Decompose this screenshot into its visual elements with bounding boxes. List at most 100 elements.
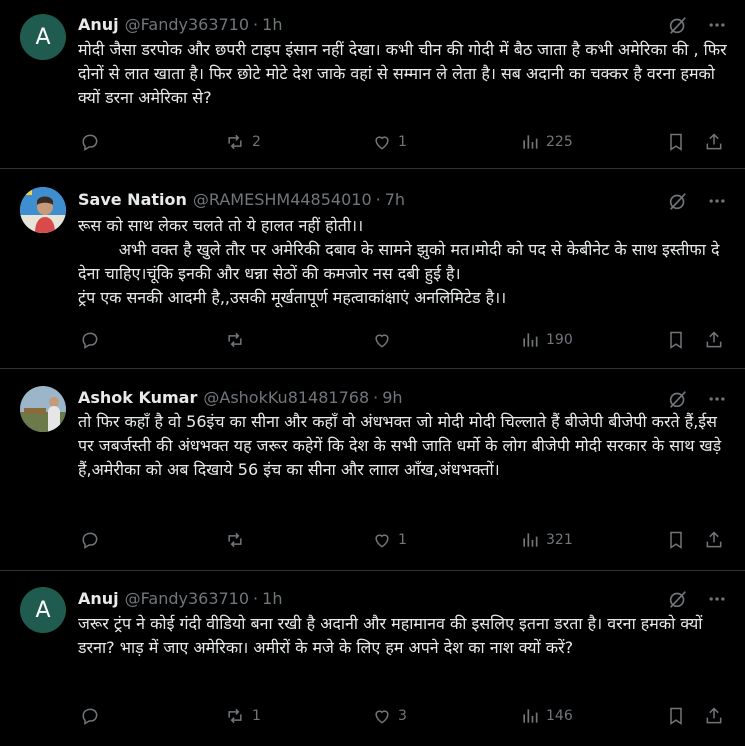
avatar[interactable] xyxy=(20,386,66,432)
tweet-header: Ashok Kumar @AshokKu81481768 · 9h xyxy=(78,386,403,408)
timestamp[interactable]: 7h xyxy=(385,190,405,209)
tweet-top-actions xyxy=(667,14,727,36)
views-count: 321 xyxy=(546,532,573,548)
tweet[interactable]: A Anuj @Fandy363710 · 1h मोदी जैसा डरपोक… xyxy=(0,0,745,169)
reply-button[interactable] xyxy=(80,530,106,550)
tweet-actions: 2 1 225 xyxy=(78,132,730,156)
avatar[interactable]: A xyxy=(20,587,66,633)
bookmark-button[interactable] xyxy=(666,330,686,350)
repost-icon xyxy=(228,332,242,348)
timestamp[interactable]: 1h xyxy=(262,589,282,608)
bookmark-button[interactable] xyxy=(666,706,686,726)
like-count: 1 xyxy=(398,134,407,150)
share-button[interactable] xyxy=(704,132,724,152)
more-icon[interactable] xyxy=(707,589,727,609)
tweet[interactable]: A Anuj @Fandy363710 · 1h जरूर ट्रंप ने क… xyxy=(0,570,745,746)
views-icon xyxy=(523,135,538,149)
grok-icon[interactable] xyxy=(667,388,689,410)
views-count: 190 xyxy=(546,332,573,348)
tweet[interactable]: Ashok Kumar @AshokKu81481768 · 9h तो फिर… xyxy=(0,368,745,571)
share-button[interactable] xyxy=(704,330,724,350)
author-handle[interactable]: @Fandy363710 xyxy=(125,15,249,34)
views-count: 146 xyxy=(546,708,573,724)
bookmark-icon xyxy=(670,531,682,549)
repost-button[interactable]: 2 xyxy=(224,132,261,152)
author-name[interactable]: Ashok Kumar xyxy=(78,388,197,407)
tweet-text: तो फिर कहाँ है वो 56इंच का सीना और कहाँ … xyxy=(78,412,727,479)
more-icon[interactable] xyxy=(707,15,727,35)
avatar[interactable] xyxy=(20,187,66,233)
repost-count: 1 xyxy=(252,708,261,724)
like-count: 1 xyxy=(398,532,407,548)
grok-icon[interactable] xyxy=(667,190,689,212)
bookmark-button[interactable] xyxy=(666,530,686,550)
share-button[interactable] xyxy=(704,706,724,726)
reply-icon xyxy=(82,532,98,549)
share-button[interactable] xyxy=(704,530,724,550)
views-icon xyxy=(523,533,538,547)
author-handle[interactable]: @Fandy363710 xyxy=(125,589,249,608)
repost-button[interactable] xyxy=(224,530,252,550)
views-count: 225 xyxy=(546,134,573,150)
grok-icon[interactable] xyxy=(667,588,689,610)
share-icon xyxy=(706,331,722,348)
tweet-text: जरूर ट्रंप ने कोई गंदी वीडियो बना रखी है… xyxy=(78,614,708,657)
views-button[interactable]: 321 xyxy=(520,530,573,550)
more-icon[interactable] xyxy=(707,191,727,211)
bookmark-button[interactable] xyxy=(666,132,686,152)
tweet-text: रूस को साथ लेकर चलते तो ये हालत नहीं होत… xyxy=(78,216,720,307)
avatar[interactable]: A xyxy=(20,14,66,60)
separator-dot: · xyxy=(375,189,381,209)
like-count: 3 xyxy=(398,708,407,724)
separator-dot: · xyxy=(253,588,259,608)
like-button[interactable]: 1 xyxy=(372,530,407,550)
reply-icon xyxy=(82,134,98,151)
grok-icon[interactable] xyxy=(667,14,689,36)
separator-dot: · xyxy=(253,14,259,34)
author-name[interactable]: Anuj xyxy=(78,15,119,34)
author-name[interactable]: Anuj xyxy=(78,589,119,608)
bookmark-icon xyxy=(670,331,682,349)
tweet-top-actions xyxy=(667,388,727,410)
tweet-actions: 190 xyxy=(78,330,730,354)
tweet[interactable]: Save Nation @RAMESHM44854010 · 7h रूस को… xyxy=(0,168,745,369)
repost-icon xyxy=(228,134,242,150)
views-button[interactable]: 190 xyxy=(520,330,573,350)
bookmark-icon xyxy=(670,707,682,725)
tweet-header: Anuj @Fandy363710 · 1h xyxy=(78,587,282,609)
like-icon xyxy=(375,334,389,348)
repost-icon xyxy=(228,532,242,548)
reply-icon xyxy=(82,332,98,349)
timestamp[interactable]: 1h xyxy=(262,15,282,34)
tweet-header: Anuj @Fandy363710 · 1h xyxy=(78,13,282,35)
repost-icon xyxy=(228,708,242,724)
like-icon xyxy=(375,534,389,548)
reply-button[interactable] xyxy=(80,330,106,350)
reply-icon xyxy=(82,708,98,725)
reply-feed: A Anuj @Fandy363710 · 1h मोदी जैसा डरपोक… xyxy=(0,0,745,746)
more-icon[interactable] xyxy=(707,389,727,409)
reply-button[interactable] xyxy=(80,706,106,726)
bookmark-icon xyxy=(670,133,682,151)
reply-button[interactable] xyxy=(80,132,106,152)
author-handle[interactable]: @RAMESHM44854010 xyxy=(193,190,372,209)
views-button[interactable]: 146 xyxy=(520,706,573,726)
views-icon xyxy=(523,333,538,347)
tweet-actions: 1 321 xyxy=(78,530,730,554)
repost-button[interactable]: 1 xyxy=(224,706,261,726)
author-handle[interactable]: @AshokKu81481768 xyxy=(203,388,369,407)
share-icon xyxy=(706,531,722,548)
repost-count: 2 xyxy=(252,134,261,150)
like-button[interactable]: 3 xyxy=(372,706,407,726)
tweet-top-actions xyxy=(667,190,727,212)
tweet-actions: 1 3 146 xyxy=(78,706,730,730)
share-icon xyxy=(706,133,722,150)
views-button[interactable]: 225 xyxy=(520,132,573,152)
views-icon xyxy=(523,709,538,723)
like-button[interactable] xyxy=(372,330,398,350)
timestamp[interactable]: 9h xyxy=(382,388,402,407)
repost-button[interactable] xyxy=(224,330,252,350)
like-button[interactable]: 1 xyxy=(372,132,407,152)
share-icon xyxy=(706,707,722,724)
author-name[interactable]: Save Nation xyxy=(78,190,187,209)
